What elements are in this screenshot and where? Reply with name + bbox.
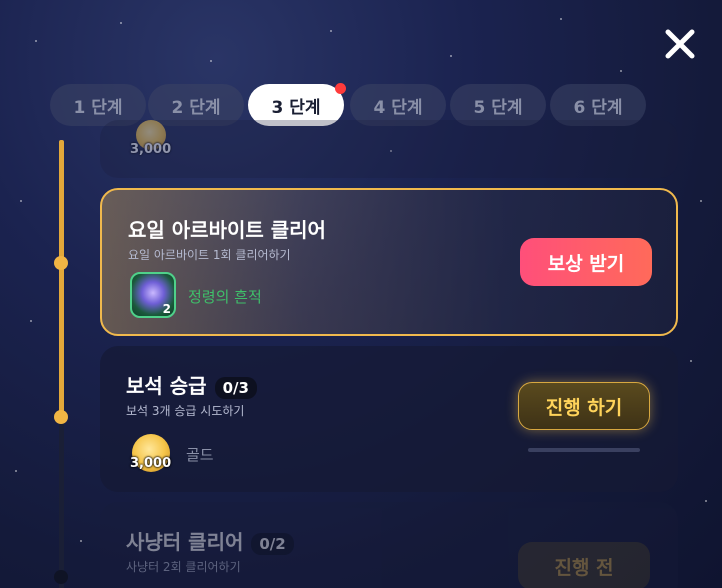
- timeline-progress-line: [59, 140, 64, 420]
- mission-description: 보석 3개 승급 시도하기: [126, 404, 245, 418]
- tab-label: 5 단계: [473, 97, 523, 118]
- tab-label: 6 단계: [573, 97, 623, 118]
- tab-label: 1 단계: [73, 97, 123, 118]
- mission-title: 사냥터 클리어: [126, 530, 244, 554]
- tab-label: 2 단계: [171, 97, 221, 118]
- mission-progress-bar: [528, 448, 640, 452]
- mission-title: 요일 아르바이트 클리어: [128, 218, 326, 242]
- mission-title-row: 사냥터 클리어 0/2: [126, 526, 294, 555]
- mission-description: 요일 아르바이트 1회 클리어하기: [128, 248, 291, 262]
- tab-label: 3 단계: [271, 97, 321, 118]
- timeline-remaining-line: [59, 420, 64, 588]
- mission-card-claimable: 요일 아르바이트 클리어 요일 아르바이트 1회 클리어하기 2 정령의 흔적 …: [100, 188, 678, 336]
- mission-card-in-progress: 보석 승급 0/3 보석 3개 승급 시도하기 3,000 골드 진행 하기: [100, 346, 678, 492]
- reward-name: 골드: [186, 446, 214, 464]
- mission-description: 사냥터 2회 클리어하기: [126, 560, 241, 574]
- button-label: 보상 받기: [547, 252, 625, 275]
- spirit-gem-icon: 2: [130, 272, 176, 318]
- mission-title-row: 보석 승급 0/3: [126, 370, 257, 399]
- go-progress-button[interactable]: 진행 하기: [518, 382, 650, 430]
- claim-reward-button[interactable]: 보상 받기: [520, 238, 652, 286]
- close-icon: [665, 29, 695, 59]
- button-label: 진행 전: [554, 556, 614, 579]
- progress-badge: 0/3: [214, 376, 257, 399]
- timeline-node: [54, 410, 68, 424]
- reward-amount: 3,000: [130, 456, 172, 471]
- reward-count: 2: [162, 302, 171, 316]
- timeline-node: [54, 256, 68, 270]
- notification-dot: [335, 83, 346, 94]
- not-started-button[interactable]: 진행 전: [518, 542, 650, 588]
- mission-card-previous: 3,000: [100, 120, 678, 178]
- reward-amount: 3,000: [130, 142, 172, 157]
- reward-name: 정령의 흔적: [188, 288, 262, 306]
- close-button[interactable]: [660, 24, 700, 64]
- timeline-node: [54, 570, 68, 584]
- tab-label: 4 단계: [373, 97, 423, 118]
- mission-title: 보석 승급: [126, 374, 207, 398]
- button-label: 진행 하기: [545, 396, 623, 419]
- progress-badge: 0/2: [251, 532, 294, 555]
- mission-card-locked: 사냥터 클리어 0/2 사냥터 2회 클리어하기 진행 전: [100, 502, 678, 588]
